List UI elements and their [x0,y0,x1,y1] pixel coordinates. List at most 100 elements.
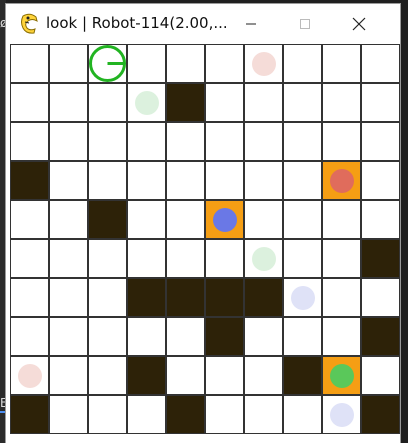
grid-cell [88,278,127,317]
grid-cell [10,239,49,278]
grid-cell [205,44,244,83]
wall-cell [244,278,283,317]
grid-cell [244,356,283,395]
faint-object-token [251,246,276,271]
grid-cell [88,161,127,200]
grid-cell [49,161,88,200]
grid-cell [166,317,205,356]
faint-object-token [251,51,276,76]
grid-cell [322,200,361,239]
grid-cell [244,200,283,239]
grid-cell [283,200,322,239]
grid-cell [361,278,400,317]
grid-cell [49,317,88,356]
object-token [329,168,354,193]
wall-cell [166,278,205,317]
wall-cell [361,395,400,434]
grid-cell [10,83,49,122]
grid-cell [283,161,322,200]
grid-cell [283,122,322,161]
grid-cell [127,317,166,356]
grid-cell [49,122,88,161]
wall-cell [205,317,244,356]
grid-cell [166,200,205,239]
grid-cell [322,317,361,356]
grid-cell [88,122,127,161]
grid-cell [322,83,361,122]
wall-cell [166,395,205,434]
grid-cell [205,161,244,200]
game-window: look | Robot-114(2.00,... [6,4,400,443]
grid-cell [10,122,49,161]
grid-cell [88,395,127,434]
grid-cell [49,239,88,278]
grid-cell [244,161,283,200]
wall-cell [127,356,166,395]
close-button[interactable] [336,4,382,44]
object-token [329,363,354,388]
grid-cell [166,239,205,278]
wall-cell [88,200,127,239]
grid-cell [10,200,49,239]
grid-cell [127,239,166,278]
grid-cell [88,317,127,356]
grid-cell [205,83,244,122]
wall-cell [205,278,244,317]
grid-cell [244,122,283,161]
grid-cell [49,278,88,317]
faint-object-token [329,402,354,427]
grid-cell [205,395,244,434]
grid-cell [283,395,322,434]
close-icon [352,17,366,31]
grid-cell [127,44,166,83]
grid-cell [166,161,205,200]
grid-cell [322,239,361,278]
grid-cell [283,317,322,356]
minimize-icon [246,23,256,25]
grid-cell [244,83,283,122]
python-snake-icon [21,13,38,34]
grid-cell [49,356,88,395]
grid-cell [205,122,244,161]
minimize-button[interactable] [228,4,274,44]
wall-cell [361,239,400,278]
grid-cell [88,356,127,395]
grid-cell [361,200,400,239]
grid-cell [10,278,49,317]
grid-cell [322,44,361,83]
wall-cell [283,356,322,395]
wall-cell [10,395,49,434]
grid-cell [283,44,322,83]
grid-cell [49,44,88,83]
grid-cell [88,83,127,122]
grid-cell [205,356,244,395]
title-bar[interactable]: look | Robot-114(2.00,... [6,4,400,44]
grid-cell [88,239,127,278]
grid-cell [244,317,283,356]
grid-cell [244,395,283,434]
grid-cell [361,83,400,122]
maximize-button[interactable] [282,4,328,44]
wall-cell [166,83,205,122]
grid-cell [322,122,361,161]
window-title: look | Robot-114(2.00,... [46,14,226,32]
grid-cell [49,83,88,122]
faint-object-token [134,90,159,115]
grid-cell [166,122,205,161]
grid-cell [49,200,88,239]
grid-cell [166,44,205,83]
object-token [212,207,237,232]
grid-cell [361,44,400,83]
grid-cell [166,356,205,395]
wall-cell [361,317,400,356]
wall-cell [127,278,166,317]
grid-cell [205,239,244,278]
grid-cell [283,83,322,122]
grid-cell [322,278,361,317]
grid-cell [10,44,49,83]
grid-cell [361,122,400,161]
grid-cell [49,395,88,434]
faint-object-token [290,285,315,310]
grid-cell [127,122,166,161]
game-grid[interactable] [10,44,400,436]
